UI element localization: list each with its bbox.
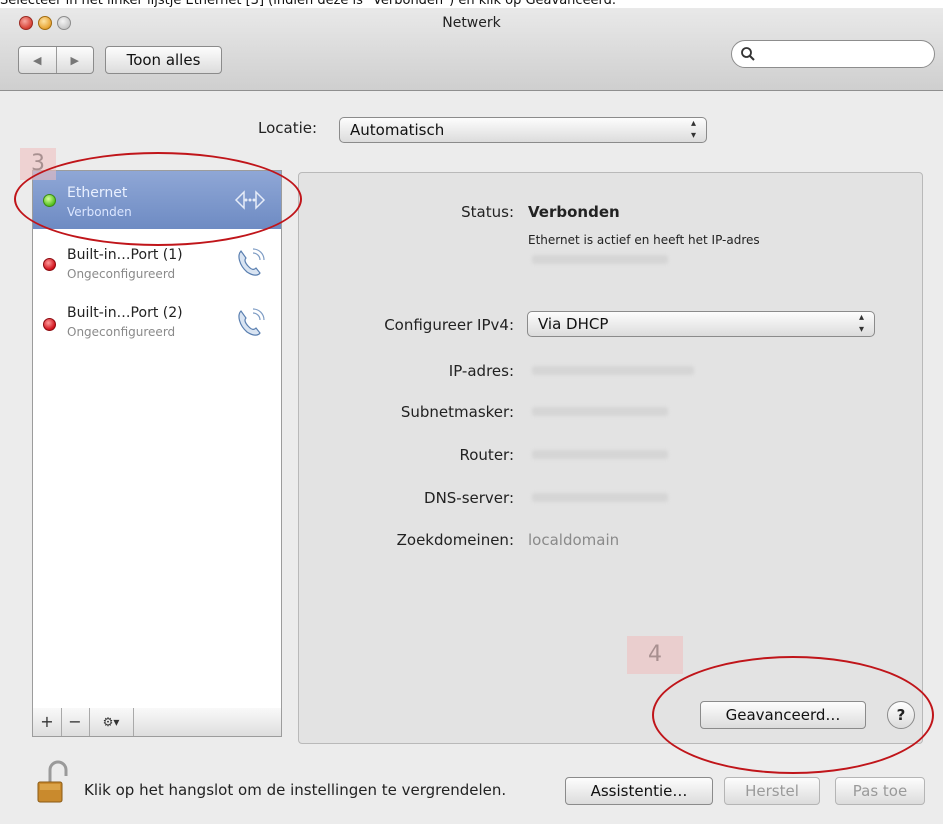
subnet-mask-label: Subnetmasker: [400, 403, 514, 421]
highlight-ring-ethernet [14, 152, 302, 246]
window-title: Netwerk [442, 15, 501, 31]
phone-icon [238, 308, 265, 336]
service-name: Built-in…Port (2) [67, 305, 183, 321]
search-field[interactable] [731, 40, 935, 68]
revert-button[interactable]: Herstel [724, 777, 820, 805]
router-value [532, 450, 668, 459]
status-dot-red [43, 258, 56, 271]
configure-ipv4-select[interactable]: Via DHCP ▴ ▾ [527, 311, 875, 337]
router-label: Router: [459, 446, 515, 464]
service-status: Ongeconfigureerd [67, 325, 176, 339]
status-value: Verbonden [528, 203, 620, 221]
ip-address-value [532, 366, 694, 375]
back-forward-control: ◀ ▶ [18, 46, 94, 74]
highlight-ring-advanced [652, 656, 934, 774]
location-label: Locatie: [258, 119, 318, 137]
assistant-button[interactable]: Assistentie… [565, 777, 713, 805]
forward-icon[interactable]: ▶ [57, 47, 94, 73]
search-icon [741, 47, 755, 61]
location-select[interactable]: Automatisch ▴ ▾ [339, 117, 707, 143]
updown-arrows-icon: ▴ ▾ [858, 312, 864, 335]
back-icon[interactable]: ◀ [19, 47, 57, 73]
configure-ipv4-value: Via DHCP [538, 315, 609, 333]
step-4-marker: 4 [627, 636, 683, 674]
service-name: Built-in…Port (1) [67, 247, 183, 263]
subnet-mask-value [532, 407, 668, 416]
instruction-caption: Selecteer in het linker lijstje Ethernet… [0, 0, 943, 8]
lock-hint-text: Klik op het hangslot om de instellingen … [84, 781, 507, 799]
status-note: Ethernet is actief en heeft het IP-adres [528, 233, 760, 247]
dns-server-label: DNS-server: [424, 489, 514, 507]
phone-icon [238, 248, 265, 276]
location-value: Automatisch [350, 121, 445, 139]
service-list-controls: + − ⚙▾ [32, 708, 282, 737]
lock-icon[interactable] [36, 760, 72, 804]
remove-service-button[interactable]: − [61, 708, 90, 736]
add-service-button[interactable]: + [33, 708, 62, 736]
dns-server-value [532, 493, 668, 502]
show-all-button[interactable]: Toon alles [105, 46, 222, 74]
ip-address-label: IP-adres: [448, 362, 514, 380]
configure-ipv4-label: Configureer IPv4: [384, 316, 514, 334]
updown-arrows-icon: ▴ ▾ [690, 118, 696, 141]
service-status: Ongeconfigureerd [67, 267, 176, 281]
status-label: Status: [461, 203, 514, 221]
search-domains-label: Zoekdomeinen: [396, 531, 514, 549]
ip-address-redacted [532, 255, 668, 264]
apply-button[interactable]: Pas toe [835, 777, 925, 805]
status-dot-red [43, 318, 56, 331]
search-domains-value: localdomain [528, 531, 620, 549]
list-item-builtin-port-2[interactable]: Built-in…Port (2) Ongeconfigureerd [33, 291, 281, 349]
gear-icon[interactable]: ⚙▾ [89, 708, 134, 736]
service-list: Ethernet Verbonden Built-in…Port (1) Ong… [32, 170, 282, 710]
